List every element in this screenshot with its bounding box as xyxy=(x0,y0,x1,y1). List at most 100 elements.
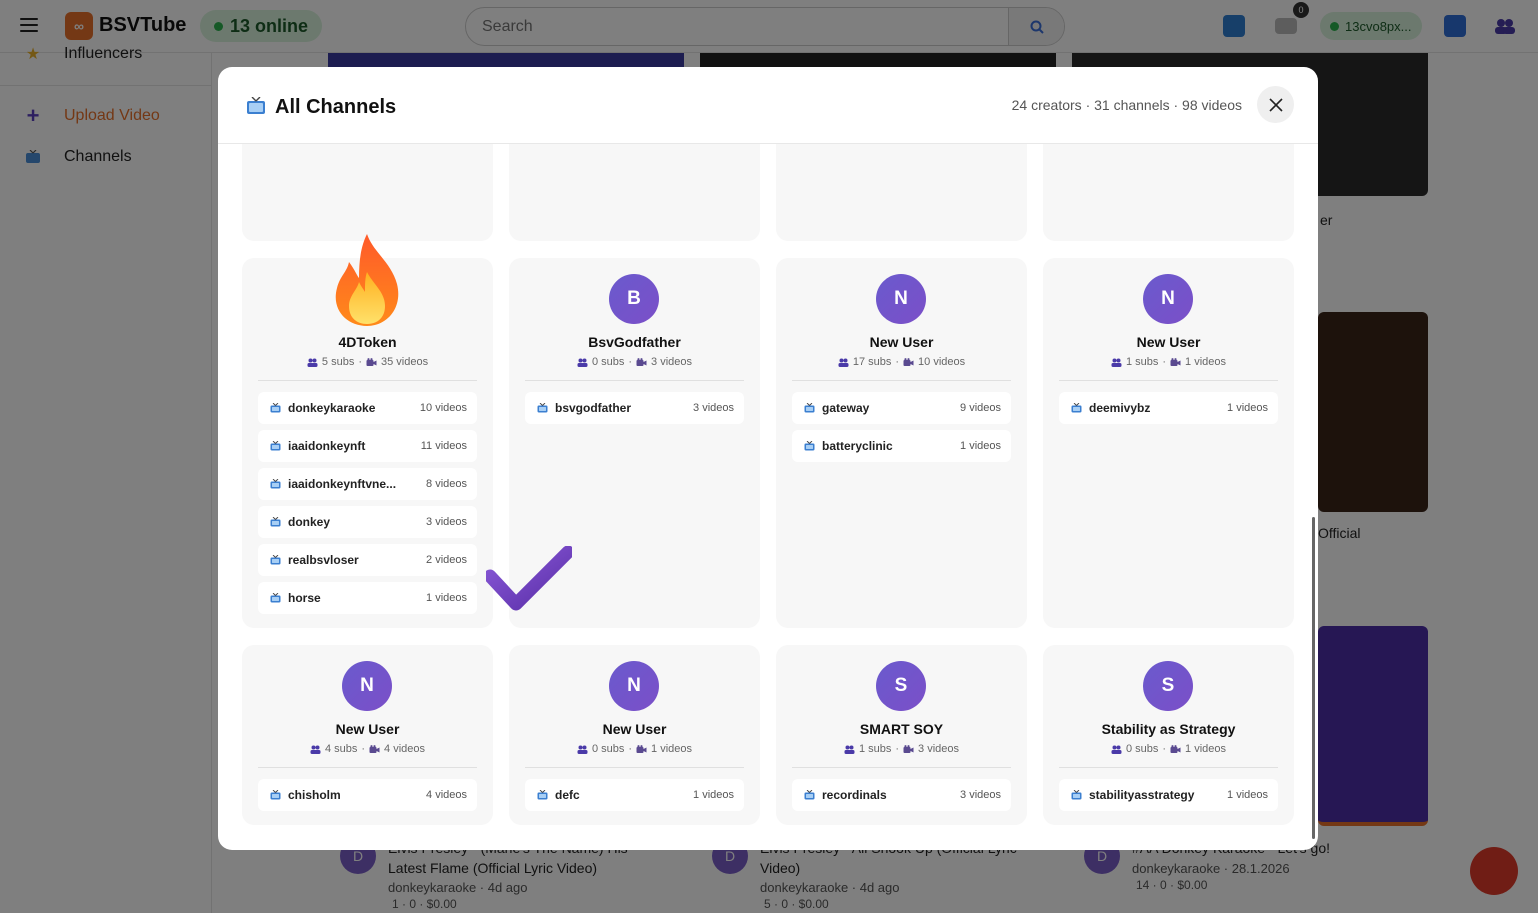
tv-icon xyxy=(537,790,548,800)
avatar[interactable]: S xyxy=(1143,661,1193,711)
channel-video-count: 3 videos xyxy=(426,516,467,528)
channel-row[interactable]: recordinals 3 videos xyxy=(792,779,1011,811)
channel-video-count: 11 videos xyxy=(420,440,467,452)
tv-icon xyxy=(270,441,281,451)
tv-icon xyxy=(270,790,281,800)
tv-icon xyxy=(804,790,815,800)
creator-name[interactable]: New User xyxy=(242,721,493,737)
subs-count: 4 subs xyxy=(324,743,358,755)
tv-icon xyxy=(804,403,815,413)
creator-stats: 4 subs · 4 videos xyxy=(242,743,493,755)
channel-name: bsvgodfather xyxy=(555,401,632,415)
channel-video-count: 1 videos xyxy=(693,789,734,801)
video-camera-icon xyxy=(1170,357,1181,366)
video-count: 35 videos xyxy=(381,356,429,368)
tv-icon xyxy=(270,517,281,527)
avatar[interactable]: B xyxy=(609,274,659,324)
creator-card[interactable]: 4DToken 5 subs · 35 videos donkeykaraoke 10 v… xyxy=(242,234,493,628)
users-icon xyxy=(1111,358,1122,367)
creator-stats: 1 subs · 3 videos xyxy=(776,743,1027,755)
video-count: 10 videos xyxy=(918,356,966,368)
creator-name[interactable]: SMART SOY xyxy=(776,721,1027,737)
creator-stats: 5 subs · 35 videos xyxy=(242,356,493,368)
channel-row[interactable]: defc 1 videos xyxy=(525,779,744,811)
channel-name: horse xyxy=(288,591,321,605)
card-divider xyxy=(1059,380,1278,381)
channel-name: realbsvloser xyxy=(288,553,359,567)
users-icon xyxy=(577,358,588,367)
channel-video-count: 9 videos xyxy=(960,402,1001,414)
channel-name: deemivybz xyxy=(1089,401,1151,415)
channel-row[interactable]: horse 1 videos xyxy=(258,582,477,614)
subs-count: 0 subs xyxy=(591,356,625,368)
creator-card[interactable]: N New User 1 subs · 1 videos deemivybz 1 video… xyxy=(1043,258,1294,628)
video-camera-icon xyxy=(636,744,647,753)
video-camera-icon xyxy=(903,744,914,753)
users-icon xyxy=(838,358,849,367)
channel-row[interactable]: batteryclinic 1 videos xyxy=(792,430,1011,462)
channel-row[interactable]: deemivybz 1 videos xyxy=(1059,392,1278,424)
creator-stats: 17 subs · 10 videos xyxy=(776,356,1027,368)
creator-card[interactable]: 1MQUAmZDrWVG...2 subs·1 videosveliswater… xyxy=(1043,144,1294,241)
close-button[interactable] xyxy=(1257,86,1294,123)
creator-name[interactable]: New User xyxy=(1043,334,1294,350)
avatar[interactable]: N xyxy=(609,661,659,711)
channel-row[interactable]: iaaidonkeynftvne... 8 videos xyxy=(258,468,477,500)
tv-icon xyxy=(1071,403,1082,413)
creator-card[interactable]: N New User 17 subs · 10 videos gateway 9 video… xyxy=(776,258,1027,628)
creator-card[interactable]: N New User 0 subs · 1 videos defc 1 videos xyxy=(509,645,760,825)
tv-icon xyxy=(1071,790,1082,800)
channel-row[interactable]: bsvgodfather 3 videos xyxy=(525,392,744,424)
creator-name[interactable]: New User xyxy=(776,334,1027,350)
tv-icon xyxy=(270,403,281,413)
channel-video-count: 4 videos xyxy=(426,789,467,801)
card-divider xyxy=(258,767,477,768)
channel-video-count: 3 videos xyxy=(693,402,734,414)
channel-row[interactable]: donkey 3 videos xyxy=(258,506,477,538)
creator-card[interactable]: S Stability as Strategy 0 subs · 1 videos sta… xyxy=(1043,645,1294,825)
video-camera-icon xyxy=(903,357,914,366)
card-divider xyxy=(792,380,1011,381)
avatar[interactable]: N xyxy=(876,274,926,324)
subs-count: 17 subs xyxy=(852,356,892,368)
creator-name[interactable]: New User xyxy=(509,721,760,737)
avatar[interactable]: N xyxy=(342,661,392,711)
creator-card[interactable]: N New User 4 subs · 4 videos chisholm 4 videos xyxy=(242,645,493,825)
modal-header: All Channels 24 creators · 31 channels ·… xyxy=(218,67,1318,144)
tv-icon xyxy=(270,555,281,565)
fire-icon xyxy=(329,232,405,333)
video-count: 3 videos xyxy=(918,743,960,755)
video-camera-icon xyxy=(366,357,377,366)
channel-row[interactable]: chisholm 4 videos xyxy=(258,779,477,811)
creator-name[interactable]: 4DToken xyxy=(242,334,493,350)
channel-row[interactable]: iaaidonkeynft 11 videos xyxy=(258,430,477,462)
channel-name: batteryclinic xyxy=(822,439,893,453)
creator-card[interactable]: S SMART SOY 1 subs · 3 videos recordinals 3 vi… xyxy=(776,645,1027,825)
video-count: 1 videos xyxy=(1185,743,1227,755)
subs-count: 0 subs xyxy=(1125,743,1159,755)
creator-card[interactable]: 1L5vnG3Fubx6...0 subs·2 videoskhothegioi… xyxy=(776,144,1027,241)
subs-count: 1 subs xyxy=(858,743,892,755)
users-icon xyxy=(577,745,588,754)
video-count: 3 videos xyxy=(651,356,693,368)
channel-name: iaaidonkeynftvne... xyxy=(288,477,397,491)
channel-row[interactable]: realbsvloser 2 videos xyxy=(258,544,477,576)
channel-video-count: 1 videos xyxy=(426,592,467,604)
channel-name: gateway xyxy=(822,401,870,415)
creator-name[interactable]: Stability as Strategy xyxy=(1043,721,1294,737)
creator-card[interactable]: 1KMAiZKtD9xk...4 subs·7 videosruthheasma… xyxy=(509,144,760,241)
users-icon xyxy=(1111,745,1122,754)
channel-row[interactable]: donkeykaraoke 10 videos xyxy=(258,392,477,424)
creator-card[interactable]: 15e6vg7AVJU...0 subs·1 videossteffenkd1 … xyxy=(242,144,493,241)
subs-count: 0 subs xyxy=(591,743,625,755)
video-count: 1 videos xyxy=(651,743,693,755)
channel-row[interactable]: gateway 9 videos xyxy=(792,392,1011,424)
subs-count: 5 subs xyxy=(321,356,355,368)
tv-icon xyxy=(270,479,281,489)
tv-icon xyxy=(804,441,815,451)
avatar[interactable]: S xyxy=(876,661,926,711)
channel-row[interactable]: stabilityasstrategy 1 videos xyxy=(1059,779,1278,811)
creator-name[interactable]: BsvGodfather xyxy=(509,334,760,350)
modal-scrollbar[interactable] xyxy=(1312,517,1315,839)
avatar[interactable]: N xyxy=(1143,274,1193,324)
